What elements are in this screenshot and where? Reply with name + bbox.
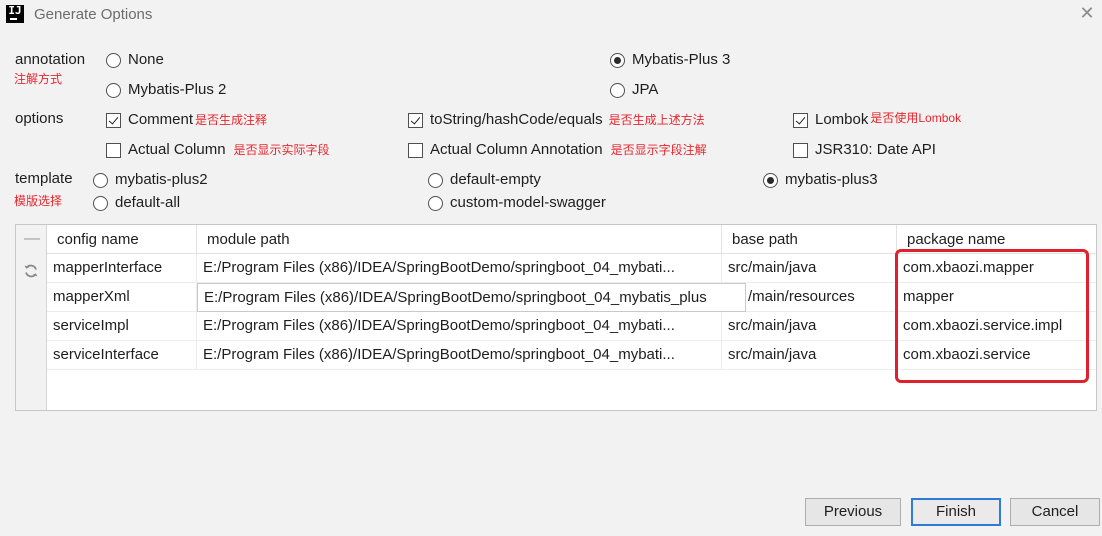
cell-package-name[interactable]: com.xbaozi.service (897, 341, 1097, 370)
radio-label: Mybatis-Plus 2 (128, 81, 227, 98)
template-radio-mybatis-plus3[interactable]: mybatis-plus3 (763, 170, 878, 190)
cell-config-name[interactable]: mapperInterface (47, 254, 197, 283)
cell-base-path[interactable]: /main/resources (746, 283, 897, 312)
annotation-note: 注解方式 (14, 72, 63, 86)
radio-label: custom-model-swagger (450, 194, 606, 211)
column-header-base-path[interactable]: base path (722, 225, 897, 254)
option-jsr310-checkbox[interactable]: JSR310: Date API (793, 140, 936, 160)
checkbox-label: Comment (128, 111, 194, 128)
template-note: 模版选择 (14, 194, 63, 208)
option-comment-checkbox[interactable]: Comment 是否生成注释 (106, 110, 267, 130)
checkbox-indicator-checked (793, 112, 808, 128)
cell-package-name[interactable]: com.xbaozi.service.impl (897, 312, 1097, 341)
config-table: — config name module path base path pack… (15, 224, 1097, 411)
remove-row-icon[interactable]: — (24, 231, 40, 247)
checkbox-indicator-checked (106, 112, 121, 128)
cell-base-path[interactable]: src/main/java (722, 312, 897, 341)
radio-indicator (610, 82, 625, 98)
column-header-config-name[interactable]: config name (47, 225, 197, 254)
cell-base-path[interactable]: src/main/java (722, 341, 897, 370)
column-header-module-path[interactable]: module path (197, 225, 722, 254)
annotation-radio-mybatis-plus-2[interactable]: Mybatis-Plus 2 (106, 80, 226, 100)
option-note: 是否显示字段注解 (610, 143, 707, 157)
radio-indicator-selected (763, 172, 778, 188)
cell-config-name[interactable]: serviceImpl (47, 312, 197, 341)
radio-indicator-selected (610, 52, 625, 68)
checkbox-indicator (408, 142, 423, 158)
annotation-label: annotation (15, 51, 86, 68)
cell-module-path[interactable]: E:/Program Files (x86)/IDEA/SpringBootDe… (197, 312, 722, 341)
option-lombok-checkbox[interactable]: Lombok 是否使用Lombok (793, 110, 961, 130)
checkbox-indicator (106, 142, 121, 158)
annotation-radio-none[interactable]: None (106, 50, 164, 70)
radio-label: mybatis-plus2 (115, 171, 208, 188)
option-note: 是否生成注释 (195, 113, 268, 127)
radio-indicator (93, 195, 108, 211)
radio-label: default-empty (450, 171, 541, 188)
cell-base-path[interactable]: src/main/java (722, 254, 897, 283)
cancel-button[interactable]: Cancel (1010, 498, 1100, 526)
radio-indicator (428, 172, 443, 188)
template-radio-default-empty[interactable]: default-empty (428, 170, 541, 190)
radio-label: default-all (115, 194, 181, 211)
table-row[interactable]: serviceImpl E:/Program Files (x86)/IDEA/… (47, 312, 1096, 341)
option-note: 是否显示实际字段 (233, 143, 330, 157)
cell-package-name[interactable]: com.xbaozi.mapper (897, 254, 1097, 283)
template-radio-mybatis-plus2[interactable]: mybatis-plus2 (93, 170, 208, 190)
template-label: template (15, 170, 73, 187)
template-radio-custom-model-swagger[interactable]: custom-model-swagger (428, 193, 606, 213)
checkbox-label: Actual Column (128, 141, 226, 158)
cell-module-path[interactable]: E:/Program Files (x86)/IDEA/SpringBootDe… (197, 254, 722, 283)
checkbox-label: toString/hashCode/equals (430, 111, 603, 128)
annotation-radio-jpa[interactable]: JPA (610, 80, 658, 100)
app-icon-text: IJ (8, 4, 22, 17)
table-row[interactable]: mapperXml E:/Program Files (x86)/IDEA/Sp… (47, 283, 1096, 312)
checkbox-label: Lombok (815, 111, 869, 128)
radio-label: Mybatis-Plus 3 (632, 51, 731, 68)
radio-label: None (128, 51, 164, 68)
cell-module-path-editing[interactable]: E:/Program Files (x86)/IDEA/SpringBootDe… (197, 283, 746, 312)
cell-package-name[interactable]: mapper (897, 283, 1097, 312)
option-note: 是否使用Lombok (870, 111, 962, 125)
cell-config-name[interactable]: serviceInterface (47, 341, 197, 370)
radio-indicator (106, 82, 121, 98)
radio-indicator (428, 195, 443, 211)
radio-label: mybatis-plus3 (785, 171, 878, 188)
radio-indicator (93, 172, 108, 188)
finish-button[interactable]: Finish (911, 498, 1001, 526)
cell-module-path[interactable]: E:/Program Files (x86)/IDEA/SpringBootDe… (197, 341, 722, 370)
previous-button[interactable]: Previous (805, 498, 901, 526)
radio-indicator (106, 52, 121, 68)
refresh-icon[interactable] (23, 263, 39, 279)
table-row[interactable]: serviceInterface E:/Program Files (x86)/… (47, 341, 1096, 370)
options-label: options (15, 110, 64, 127)
table-header: config name module path base path packag… (47, 225, 1096, 254)
close-icon[interactable]: ✕ (1077, 3, 1097, 23)
table-toolbar: — (16, 225, 47, 410)
option-actual-column-checkbox[interactable]: Actual Column 是否显示实际字段 (106, 140, 330, 160)
checkbox-indicator (793, 142, 808, 158)
intellij-app-icon: IJ (6, 5, 24, 23)
checkbox-label: Actual Column Annotation (430, 141, 603, 158)
option-tostring-checkbox[interactable]: toString/hashCode/equals 是否生成上述方法 (408, 110, 705, 130)
checkbox-label: JSR310: Date API (815, 141, 936, 158)
radio-label: JPA (632, 81, 659, 98)
template-radio-default-all[interactable]: default-all (93, 193, 180, 213)
table-row[interactable]: mapperInterface E:/Program Files (x86)/I… (47, 254, 1096, 283)
checkbox-indicator-checked (408, 112, 423, 128)
option-note: 是否生成上述方法 (608, 113, 705, 127)
option-actual-column-annotation-checkbox[interactable]: Actual Column Annotation 是否显示字段注解 (408, 140, 707, 160)
window-title: Generate Options (34, 6, 153, 23)
annotation-radio-mybatis-plus-3[interactable]: Mybatis-Plus 3 (610, 50, 730, 70)
cell-config-name[interactable]: mapperXml (47, 283, 197, 312)
column-header-package-name[interactable]: package name (897, 225, 1097, 254)
